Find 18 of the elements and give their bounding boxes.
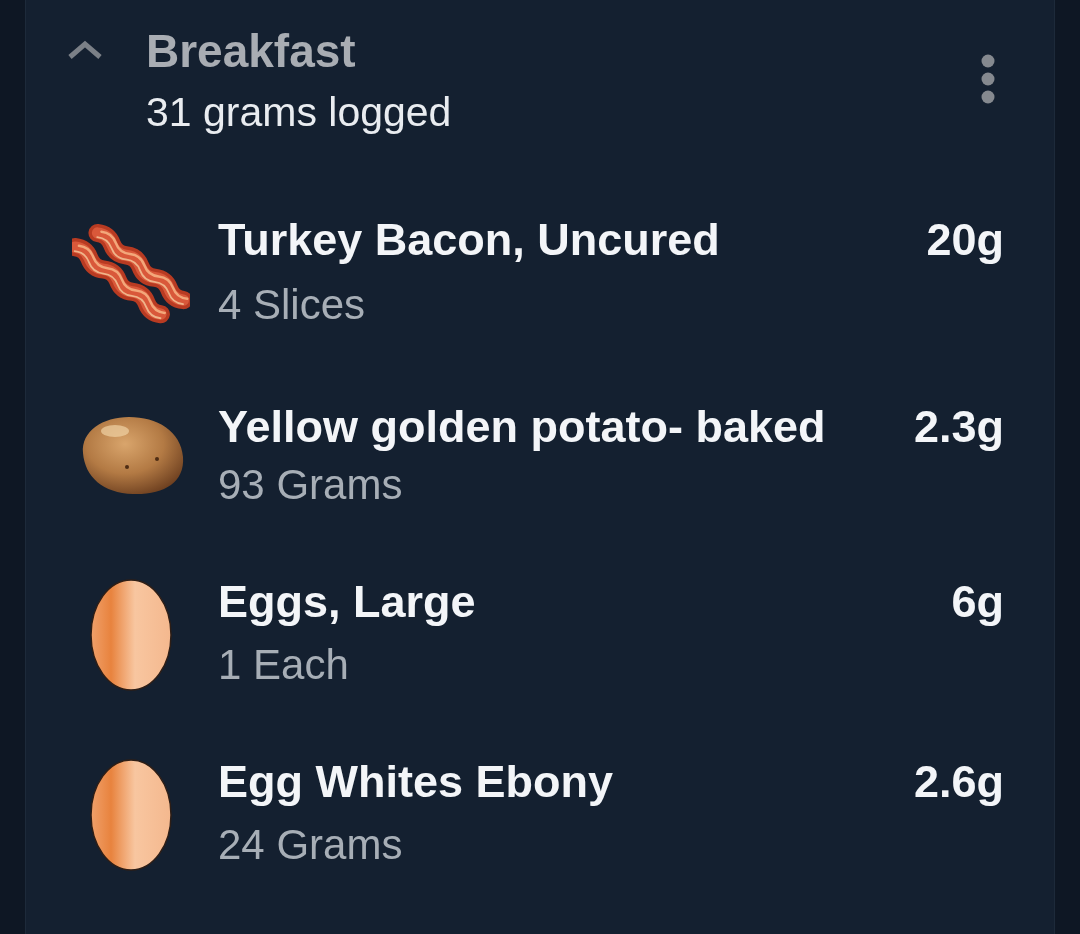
food-name: Eggs, Large: [218, 579, 476, 629]
food-amount: 6g: [951, 579, 1004, 629]
chevron-icon[interactable]: [67, 40, 103, 60]
egg-icon: [90, 759, 172, 871]
meal-summary: 31 grams logged: [146, 92, 452, 133]
food-amount: 20g: [926, 217, 1004, 267]
egg-icon: [90, 579, 172, 691]
food-amount: 2.6g: [913, 759, 1004, 809]
food-serving: 1 Each: [218, 644, 349, 690]
food-name: Yellow golden potato- baked: [218, 404, 826, 449]
food-serving: 93 Grams: [218, 464, 403, 506]
food-name: Turkey Bacon, Uncured: [218, 217, 720, 267]
food-serving: 24 Grams: [218, 824, 403, 870]
meal-title: Breakfast: [146, 28, 356, 74]
food-serving: 4 Slices: [218, 284, 366, 330]
more-options-icon[interactable]: [980, 54, 996, 104]
food-name: Egg Whites Ebony: [218, 759, 613, 809]
food-amount: 2.3g: [913, 404, 1004, 449]
